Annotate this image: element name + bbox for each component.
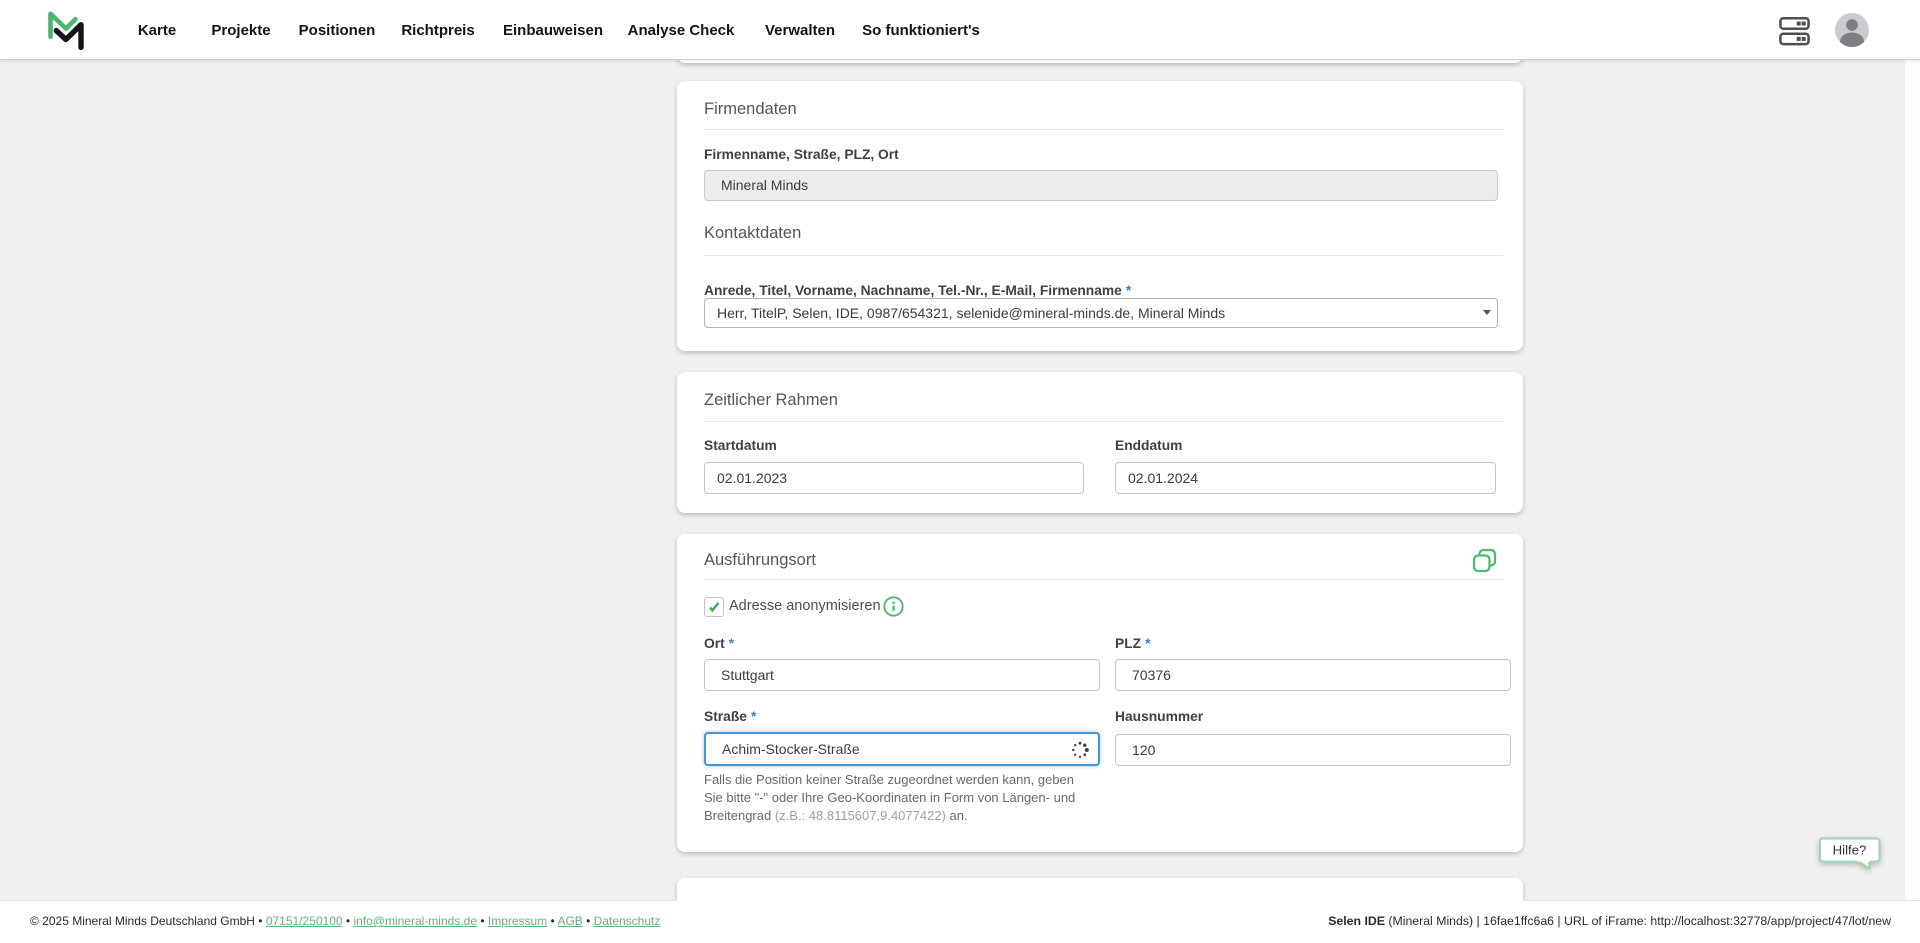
svg-text:Hilfe?: Hilfe? (1833, 842, 1867, 857)
